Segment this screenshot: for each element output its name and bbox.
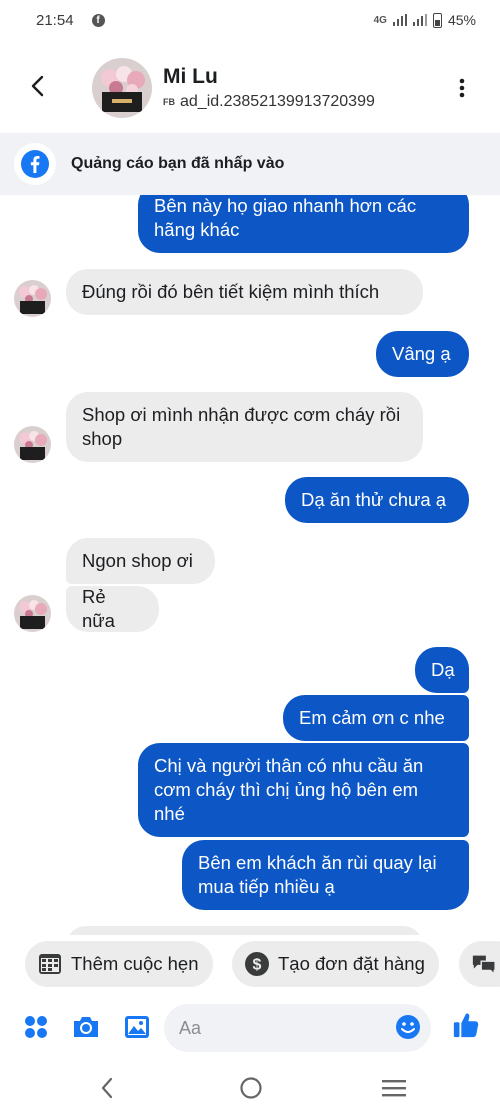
message-bubble-incoming-partial[interactable] bbox=[66, 926, 423, 935]
ad-banner-text: Quảng cáo bạn đã nhấp vào bbox=[71, 155, 285, 172]
contact-avatar-small[interactable] bbox=[14, 426, 51, 463]
contact-avatar[interactable] bbox=[92, 58, 152, 118]
add-appointment-button[interactable]: Thêm cuộc hẹn bbox=[25, 941, 213, 987]
chip-label: Thêm cuộc hẹn bbox=[71, 953, 199, 974]
ad-banner[interactable]: Quảng cáo bạn đã nhấp vào bbox=[0, 133, 500, 195]
home-nav-icon[interactable] bbox=[236, 1074, 266, 1102]
calendar-icon bbox=[37, 951, 63, 977]
message-text: Vâng ạ bbox=[392, 343, 451, 364]
contact-avatar-small[interactable] bbox=[14, 280, 51, 317]
status-indicators: 4G 45% bbox=[374, 12, 476, 28]
message-bubble-incoming[interactable]: Đúng rồi đó bên tiết kiệm mình thích bbox=[66, 269, 423, 315]
message-text: Chị và người thân có nhu cầu ăn cơm cháy… bbox=[154, 755, 424, 824]
message-bubble-outgoing[interactable]: Dạ ăn thử chưa ạ bbox=[285, 477, 469, 523]
message-text: Em cảm ơn c nhe bbox=[299, 707, 445, 728]
message-text: Bên em khách ăn rùi quay lại mua tiếp nh… bbox=[198, 852, 437, 897]
chevron-left-icon bbox=[31, 75, 44, 97]
message-list[interactable]: Bên này họ giao nhanh hơn các hãng khác … bbox=[0, 195, 500, 935]
message-text: Đúng rồi đó bên tiết kiệm mình thích bbox=[82, 281, 380, 302]
recents-nav-icon[interactable] bbox=[379, 1074, 409, 1102]
message-text: Dạ ăn thử chưa ạ bbox=[301, 489, 447, 510]
contact-name: Mi Lu bbox=[163, 65, 218, 88]
facebook-icon bbox=[14, 143, 56, 185]
battery-level: 45% bbox=[447, 12, 476, 28]
message-text: Shop ơi mình nhận được cơm cháy rồi shop bbox=[82, 404, 401, 449]
apps-icon[interactable] bbox=[22, 1013, 50, 1041]
source-tag: FB bbox=[163, 97, 175, 107]
quick-actions-bar: Thêm cuộc hẹn $ Tạo đơn đặt hàng bbox=[0, 941, 500, 989]
signal-icon-2 bbox=[412, 14, 427, 26]
battery-icon bbox=[432, 12, 442, 28]
message-bubble-outgoing[interactable]: Chị và người thân có nhu cầu ăn cơm cháy… bbox=[138, 743, 469, 837]
message-bubble-incoming[interactable]: Shop ơi mình nhận được cơm cháy rồi shop bbox=[66, 392, 423, 462]
network-type: 4G bbox=[373, 14, 387, 26]
conversation-header: Mi Lu FB ad_id.23852139913720399 bbox=[0, 50, 500, 126]
contact-subtitle: FB ad_id.23852139913720399 bbox=[163, 93, 375, 111]
gallery-icon[interactable] bbox=[123, 1013, 151, 1041]
chip-label: Tạo đơn đặt hàng bbox=[278, 953, 425, 974]
chat-bubbles-icon bbox=[471, 951, 497, 977]
dollar-icon: $ bbox=[244, 951, 270, 977]
message-composer bbox=[0, 1001, 500, 1055]
message-bubble-outgoing[interactable]: Bên này họ giao nhanh hơn các hãng khác bbox=[138, 195, 469, 253]
back-button[interactable] bbox=[24, 72, 52, 100]
signal-icon bbox=[392, 14, 407, 26]
message-bubble-incoming[interactable]: Ngon shop ơi bbox=[66, 538, 215, 584]
svg-text:$: $ bbox=[253, 957, 262, 974]
back-nav-icon[interactable] bbox=[92, 1074, 122, 1102]
emoji-icon[interactable] bbox=[394, 1013, 422, 1041]
more-vertical-icon bbox=[459, 78, 465, 98]
message-bubble-outgoing[interactable]: Bên em khách ăn rùi quay lại mua tiếp nh… bbox=[182, 840, 469, 910]
system-navigation-bar bbox=[0, 1062, 500, 1114]
saved-replies-button[interactable] bbox=[459, 941, 500, 987]
message-text: Dạ bbox=[431, 659, 455, 680]
message-text: Ngon shop ơi bbox=[82, 550, 193, 571]
message-bubble-outgoing[interactable]: Em cảm ơn c nhe bbox=[283, 695, 469, 741]
create-order-button[interactable]: $ Tạo đơn đặt hàng bbox=[232, 941, 439, 987]
status-time: 21:54 bbox=[36, 11, 74, 29]
facebook-notification-icon: f bbox=[91, 13, 105, 27]
message-bubble-outgoing[interactable]: Dạ bbox=[415, 647, 469, 693]
message-bubble-incoming[interactable]: Rẻ nữa bbox=[66, 586, 159, 632]
camera-icon[interactable] bbox=[72, 1013, 100, 1041]
message-text: Rẻ nữa bbox=[82, 586, 115, 631]
message-bubble-outgoing[interactable]: Vâng ạ bbox=[376, 331, 469, 377]
message-text: Bên này họ giao nhanh hơn các hãng khác bbox=[154, 195, 417, 240]
message-input[interactable] bbox=[164, 1004, 431, 1052]
contact-id: ad_id.23852139913720399 bbox=[180, 93, 375, 110]
status-bar: 21:54 f 4G 45% bbox=[0, 0, 500, 40]
contact-avatar-small[interactable] bbox=[14, 595, 51, 632]
more-options-button[interactable] bbox=[450, 74, 474, 102]
thumbs-up-icon[interactable] bbox=[452, 1011, 480, 1039]
